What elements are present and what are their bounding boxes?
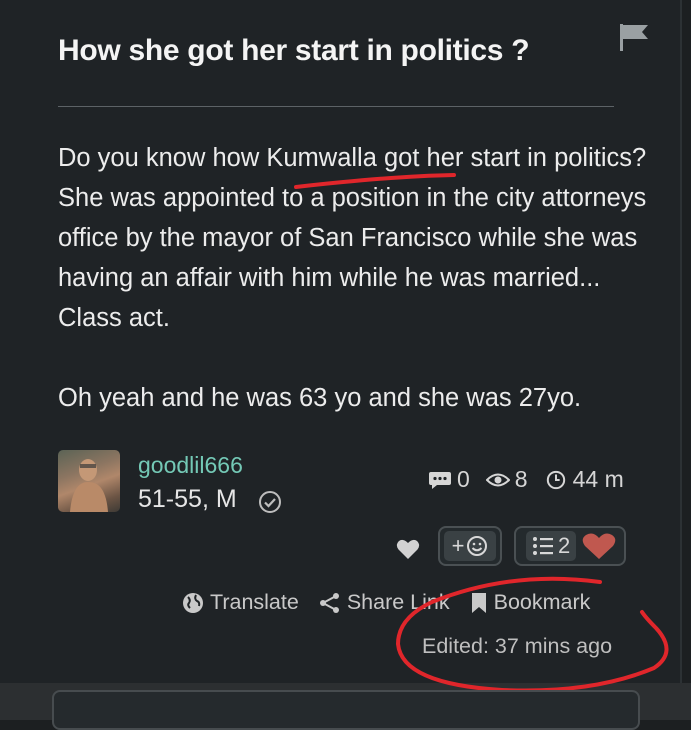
globe-icon <box>183 592 203 613</box>
heart-reaction-icon <box>582 533 616 559</box>
author-username[interactable]: goodlil666 <box>138 452 243 479</box>
smiley-icon <box>467 536 488 556</box>
reply-input[interactable] <box>52 690 640 730</box>
red-underline-annotation <box>294 173 456 189</box>
author-age-gender: 51-55, M <box>138 485 237 513</box>
add-reaction-label: + <box>451 533 465 558</box>
translate-link[interactable]: Translate <box>182 590 299 615</box>
verified-icon <box>259 491 281 513</box>
heart-icon[interactable] <box>396 538 420 560</box>
avatar[interactable] <box>58 450 120 512</box>
eye-icon <box>485 473 510 486</box>
post-title: How she got her start in politics ? <box>58 34 530 67</box>
comment-count-value: 0 <box>457 466 470 492</box>
post-time-value: 44 m <box>572 466 624 492</box>
post-stats: 0 8 44 m <box>428 466 624 493</box>
post-paragraph: Oh yeah and he was 63 yo and she was 27y… <box>58 384 582 412</box>
view-count: 8 <box>485 466 528 493</box>
title-divider <box>58 106 614 107</box>
share-icon <box>319 592 339 613</box>
post-time: 44 m <box>544 466 624 493</box>
flag-icon[interactable] <box>618 22 652 52</box>
red-circle-annotation <box>395 576 669 693</box>
add-reaction-button[interactable]: + <box>438 526 502 566</box>
reactions-list-button[interactable]: 2 <box>514 526 626 566</box>
clock-icon <box>546 470 565 489</box>
comment-count[interactable]: 0 <box>428 466 470 493</box>
list-icon <box>533 537 553 555</box>
reaction-count: 2 <box>558 533 571 558</box>
post-paragraph: Do you know how Kumwalla got her start i… <box>58 144 647 332</box>
translate-label: Translate <box>210 590 299 614</box>
view-count-value: 8 <box>514 466 528 492</box>
comment-icon <box>429 471 451 489</box>
